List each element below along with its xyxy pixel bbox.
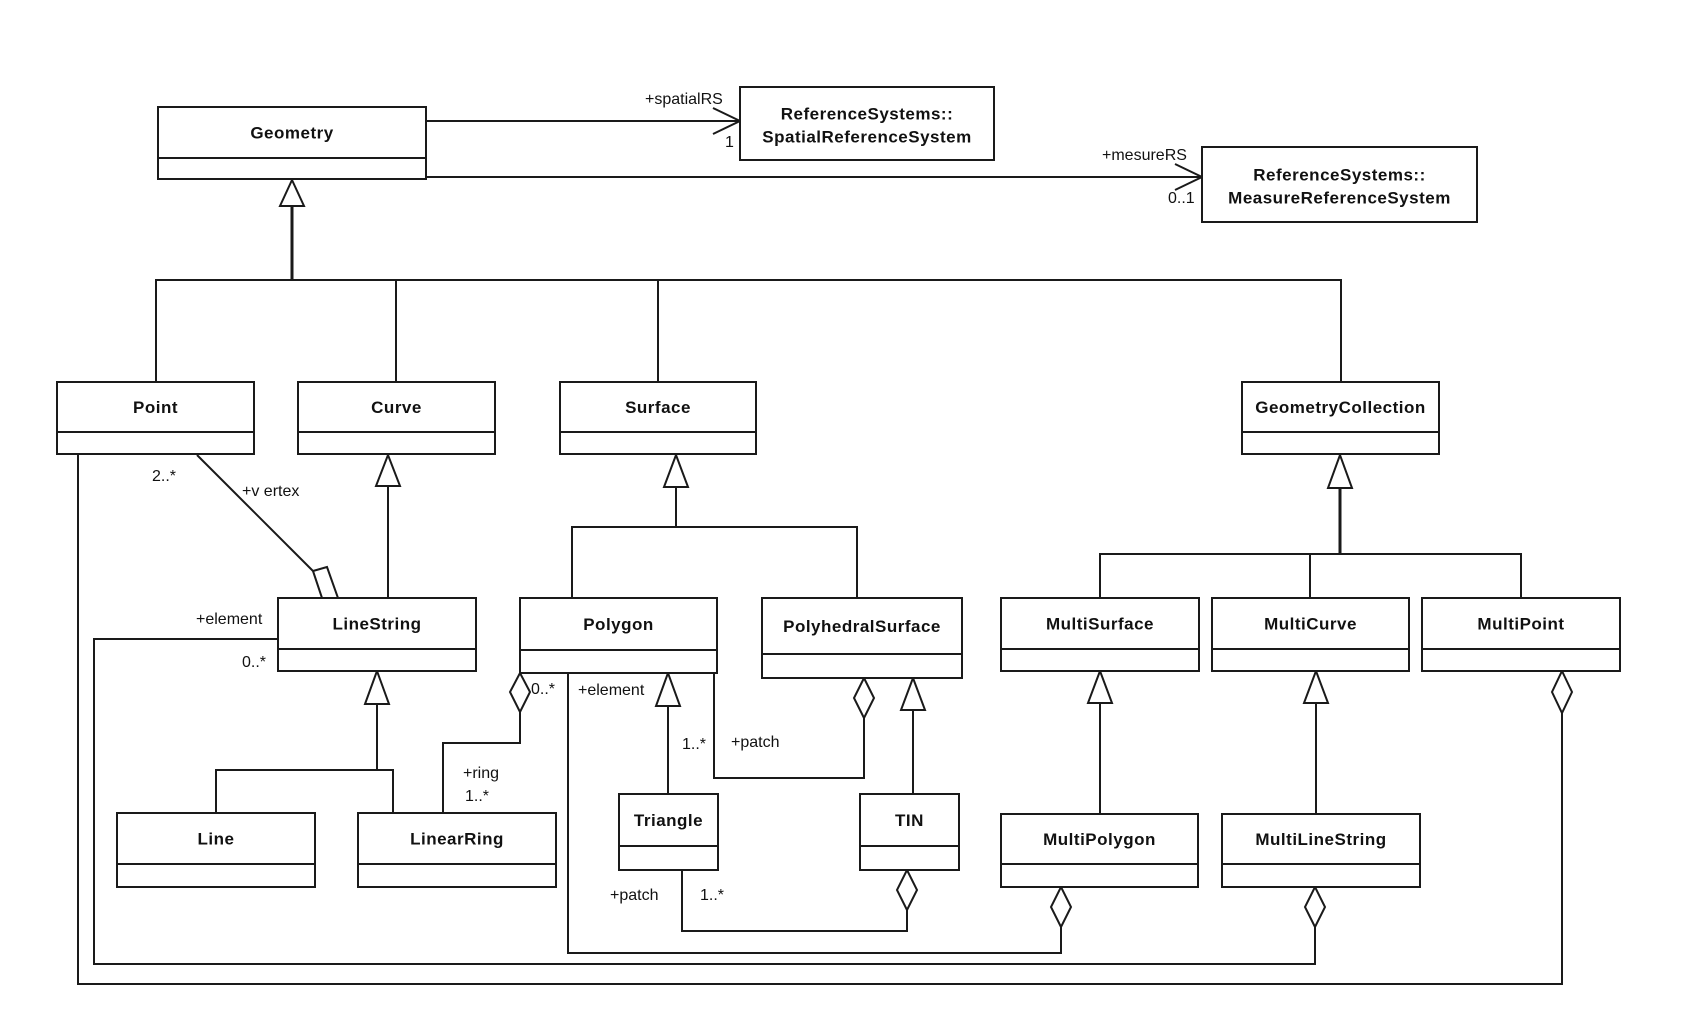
class-box — [1221, 813, 1421, 888]
aggregation-diamond-icon — [895, 867, 919, 913]
ring-role: +ring — [463, 765, 499, 782]
class-name: Polygon — [583, 615, 654, 634]
linestring-element-multiplicity: 0..* — [242, 654, 266, 671]
class-package-name: ReferenceSystems:: — [1253, 166, 1425, 185]
generalization-arrow-icon — [1086, 668, 1114, 704]
class-name: Surface — [625, 398, 691, 417]
class-measure-reference-system[interactable]: ReferenceSystems::MeasureReferenceSystem — [1201, 146, 1478, 223]
class-name: TIN — [895, 811, 924, 830]
class-name: MultiPoint — [1477, 615, 1564, 634]
class-multi-point[interactable]: MultiPoint — [1421, 597, 1621, 672]
generalization-arrow-icon — [1326, 452, 1354, 489]
generalization-arrow-icon — [662, 452, 690, 488]
class-name: LineString — [332, 615, 421, 634]
gen-surface-bus — [571, 526, 858, 598]
class-name: LinearRing — [410, 830, 504, 849]
class-curve[interactable]: Curve — [297, 381, 496, 455]
class-box — [559, 381, 757, 455]
class-polygon[interactable]: Polygon — [519, 597, 718, 674]
generalization-arrow-icon — [374, 452, 402, 487]
spatial-rs-role: +spatialRS — [645, 91, 723, 108]
class-box — [1000, 597, 1200, 672]
tin-patch-role: +patch — [610, 887, 658, 904]
class-name: GeometryCollection — [1255, 398, 1426, 417]
aggregation-diamond-icon — [1550, 668, 1574, 716]
vertex-role: +v ertex — [242, 483, 299, 500]
uml-class-diagram: Geometry Point Curve Surface GeometryCollect… — [56, 86, 1621, 985]
polygon-element-role: +element — [578, 682, 645, 699]
class-name: Point — [133, 398, 178, 417]
class-box — [277, 597, 477, 672]
linestring-element-role: +element — [196, 611, 263, 628]
class-line[interactable]: Line — [116, 812, 316, 888]
class-box — [1211, 597, 1410, 672]
class-name: MultiCurve — [1264, 615, 1357, 634]
class-box — [116, 812, 316, 888]
aggregation-diamond-icon — [311, 565, 340, 599]
generalization-arrow-icon — [278, 177, 306, 207]
class-box — [56, 381, 255, 455]
ring-multiplicity: 1..* — [465, 788, 489, 805]
generalization-arrow-icon — [899, 675, 927, 711]
aggregation-diamond-icon — [1303, 884, 1327, 930]
class-box — [739, 86, 995, 161]
class-name: Geometry — [250, 124, 333, 143]
class-name: MeasureReferenceSystem — [1228, 189, 1451, 208]
spatial-rs-multiplicity: 1 — [725, 134, 734, 151]
gen-geometry-bus — [155, 279, 1342, 382]
vertex-multiplicity: 2..* — [152, 468, 176, 485]
class-box — [1000, 813, 1199, 888]
class-box — [157, 106, 427, 180]
class-box — [1421, 597, 1621, 672]
class-box — [1201, 146, 1478, 223]
class-box — [519, 597, 718, 674]
aggregation-diamond-icon — [508, 670, 532, 715]
class-box — [357, 812, 557, 888]
class-name: SpatialReferenceSystem — [762, 128, 971, 147]
class-multi-curve[interactable]: MultiCurve — [1211, 597, 1410, 672]
class-box — [859, 793, 960, 871]
class-name: PolyhedralSurface — [783, 617, 941, 636]
polyhedral-patch-role: +patch — [731, 734, 779, 751]
class-polyhedral-surface[interactable]: PolyhedralSurface — [761, 597, 963, 679]
class-triangle[interactable]: Triangle — [618, 793, 719, 871]
class-geometry[interactable]: Geometry — [157, 106, 427, 180]
polyhedral-patch-multiplicity: 1..* — [682, 736, 706, 753]
class-geometry-collection[interactable]: GeometryCollection — [1241, 381, 1440, 455]
measure-rs-multiplicity: 0..1 — [1168, 190, 1195, 207]
class-name: MultiPolygon — [1043, 830, 1156, 849]
aggregation-diamond-icon — [1049, 884, 1073, 930]
class-box — [761, 597, 963, 679]
aggregation-diamond-icon — [852, 675, 876, 721]
class-name: Line — [198, 830, 235, 849]
class-name: Curve — [371, 398, 422, 417]
class-tin[interactable]: TIN — [859, 793, 960, 871]
class-multi-line-string[interactable]: MultiLineString — [1221, 813, 1421, 888]
class-name: MultiLineString — [1255, 830, 1386, 849]
class-package-name: ReferenceSystems:: — [781, 105, 953, 124]
class-name: Triangle — [634, 811, 703, 830]
generalization-arrow-icon — [363, 668, 391, 705]
class-name: MultiSurface — [1046, 615, 1154, 634]
measure-rs-role: +mesureRS — [1102, 147, 1187, 164]
class-line-string[interactable]: LineString — [277, 597, 477, 672]
gen-linestring-bus — [215, 769, 394, 813]
class-spatial-reference-system[interactable]: ReferenceSystems::SpatialReferenceSystem — [739, 86, 995, 161]
class-box — [1241, 381, 1440, 455]
labels: +spatialRS 1 +mesureRS 0..1 2..* +v erte… — [152, 91, 1195, 904]
class-point[interactable]: Point — [56, 381, 255, 455]
agg-polyhedral-patch — [713, 673, 865, 779]
generalization-arrow-icon — [1302, 668, 1330, 704]
agg-vertex — [196, 454, 314, 572]
class-box — [297, 381, 496, 455]
class-linear-ring[interactable]: LinearRing — [357, 812, 557, 888]
class-multi-polygon[interactable]: MultiPolygon — [1000, 813, 1199, 888]
generalization-arrow-icon — [654, 670, 682, 707]
class-multi-surface[interactable]: MultiSurface — [1000, 597, 1200, 672]
ring-source-multiplicity: 0..* — [531, 681, 555, 698]
class-surface[interactable]: Surface — [559, 381, 757, 455]
tin-patch-multiplicity: 1..* — [700, 887, 724, 904]
class-box — [618, 793, 719, 871]
